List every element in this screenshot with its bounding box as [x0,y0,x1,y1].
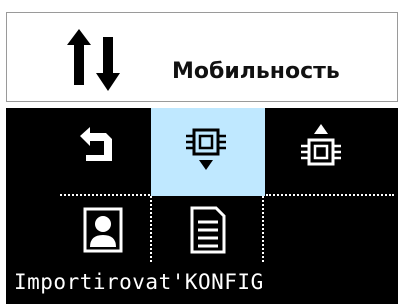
menu-item-profile[interactable] [58,200,148,260]
user-profile-icon [83,207,123,253]
back-arrow-icon [80,127,112,161]
menu-item-back[interactable] [46,118,150,172]
chip-import-icon [186,128,226,170]
document-icon [190,206,226,254]
header-title: Мобильность [172,59,340,84]
up-down-arrows-icon [67,29,120,91]
grid-separator-horizontal-right [266,194,394,196]
chip-export-icon [301,124,341,166]
grid-separator-horizontal-left [60,194,150,196]
header-panel: Мобильность [6,12,398,102]
menu-item-export-config[interactable] [268,116,378,176]
grid-separator-vertical-left [150,196,152,262]
grid-separator-vertical-right [262,196,264,262]
menu-item-document[interactable] [156,200,260,260]
selected-item-label: Importirovat'KONFIG [14,270,264,294]
screen: Мобильность Importirovat'KONFIG [0,0,406,304]
menu-item-import-config[interactable] [151,108,265,196]
device-display: Importirovat'KONFIG [6,108,398,304]
